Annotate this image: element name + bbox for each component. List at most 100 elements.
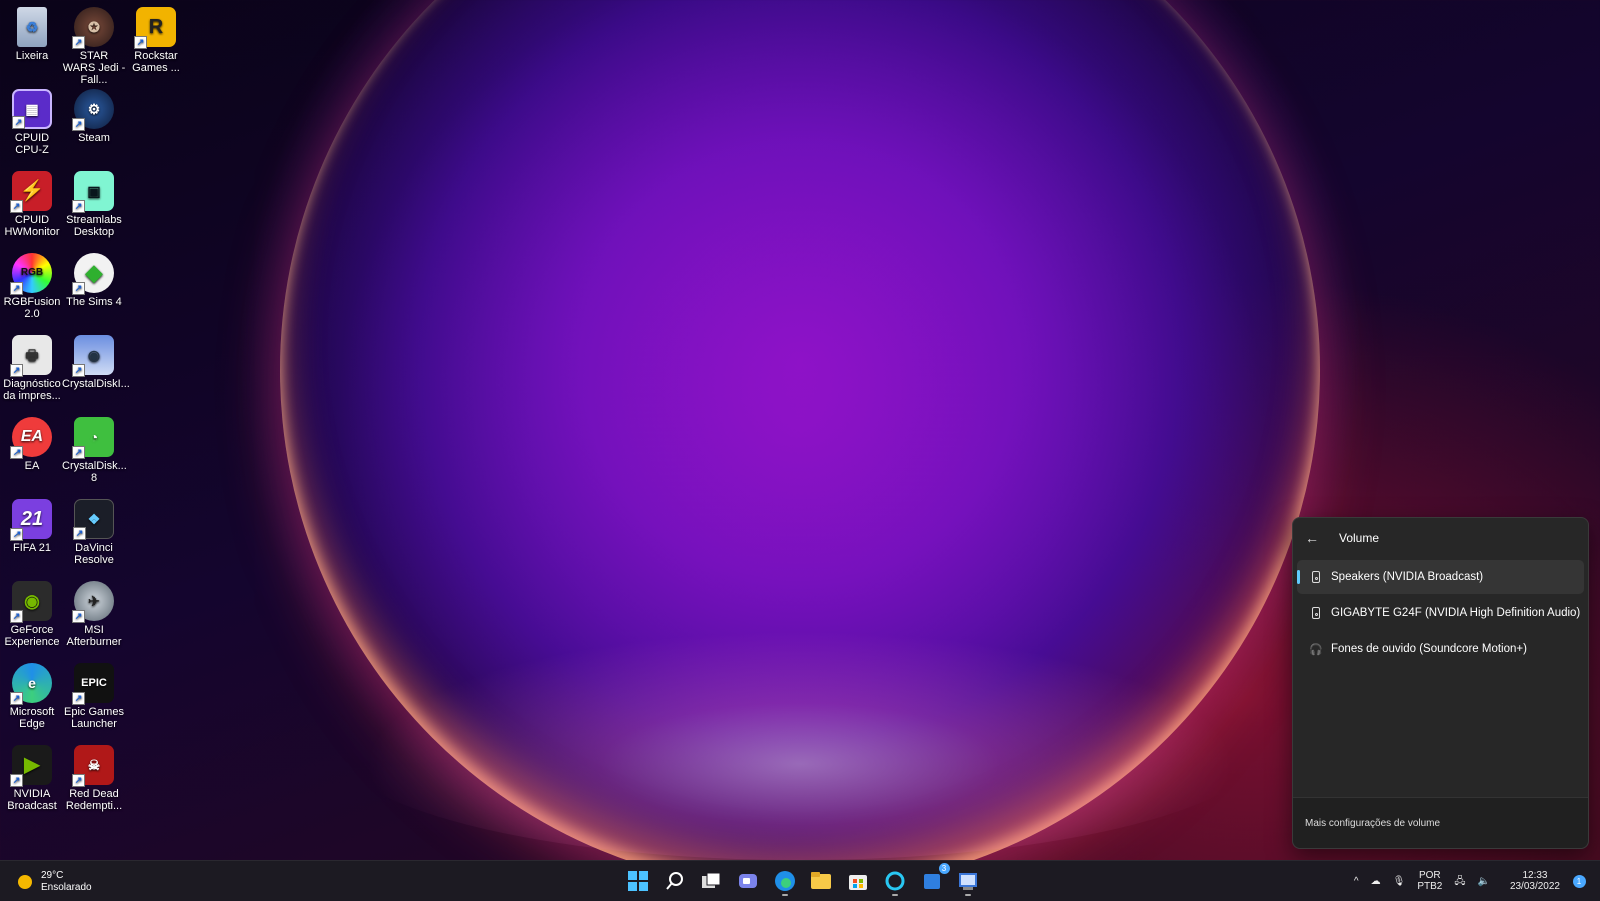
back-arrow-icon[interactable]: ← xyxy=(1305,530,1325,546)
microphone-icon[interactable]: 🎙 xyxy=(1393,876,1406,887)
todo-icon xyxy=(923,874,940,889)
weather-condition: Ensolarado xyxy=(41,882,92,893)
recycle-bin-icon: ♻ xyxy=(17,7,47,47)
desktop-icon-label: Diagnóstico da impres... xyxy=(3,378,61,402)
desktop-icon-label: Rockstar Games ... xyxy=(132,50,180,74)
start-button[interactable] xyxy=(622,865,654,897)
edge-taskbar-button[interactable] xyxy=(769,865,801,897)
folder-icon xyxy=(811,872,832,889)
desktop-icon-hwmonitor[interactable]: ⚡ ↗ CPUID HWMonitor xyxy=(0,167,64,238)
taskbar-apps: 3 xyxy=(622,863,989,897)
rgbfusion-icon: RGB ↗ xyxy=(10,253,52,295)
desktop-icon-label: CPUID HWMonitor xyxy=(4,214,60,238)
clock-date: 23/03/2022 xyxy=(1509,881,1560,892)
todo-button[interactable]: 3 xyxy=(916,863,950,897)
audio-device-gigabyte[interactable]: GIGABYTE G24F (NVIDIA High Definition Au… xyxy=(1297,596,1584,630)
onedrive-cloud-icon[interactable]: ☁ xyxy=(1371,876,1381,887)
desktop-icon-label: CrystalDisk... 8 xyxy=(62,460,127,484)
edge-icon xyxy=(774,871,795,891)
desktop-icon-label: Microsoft Edge xyxy=(9,706,55,730)
wallpaper-ring xyxy=(280,0,1320,890)
sims-icon: ◆ ↗ xyxy=(72,253,114,295)
desktop-icon-label: MSI Afterburner xyxy=(66,624,122,648)
desktop-icon-label: RGBFusion 2.0 xyxy=(3,296,61,320)
volume-flyout-footer: Mais configurações de volume xyxy=(1293,797,1588,848)
desktop-icon-epic[interactable]: EPIC ↗ Epic Games Launcher xyxy=(62,659,126,730)
desktop-icon-print-diagnostic[interactable]: 🖶 ↗ Diagnóstico da impres... xyxy=(0,331,64,402)
ea-icon: EA ↗ xyxy=(10,417,52,459)
store-icon xyxy=(849,875,868,890)
teams-chat-button[interactable] xyxy=(732,865,764,897)
audio-device-speakers-nvidia-broadcast[interactable]: Speakers (NVIDIA Broadcast) xyxy=(1297,560,1584,594)
volume-icon[interactable]: 🔈 xyxy=(1477,876,1489,887)
volume-flyout-title: Volume xyxy=(1339,531,1380,545)
task-view-button[interactable] xyxy=(695,865,727,897)
search-button[interactable] xyxy=(659,865,691,897)
desktop-icon-crystaldiskmark[interactable]: ◔ ↗ CrystalDisk... 8 xyxy=(62,413,127,484)
chevron-up-icon[interactable]: ^ xyxy=(1354,876,1359,887)
davinci-icon: ❖ ↗ xyxy=(73,499,114,540)
desktop-icon-red-dead[interactable]: ☠ ↗ Red Dead Redempti... xyxy=(62,741,126,812)
running-indicator xyxy=(965,894,972,896)
weather-temp: 29°C xyxy=(41,870,64,881)
desktop-icon-star-wars[interactable]: ✪ ↗ STAR WARS Jedi - Fall... xyxy=(62,3,126,86)
system-tray: ^ ☁ 🎙 POR PTB2 🖧 🔈 12:33 23/03/2022 1 xyxy=(1348,861,1600,901)
task-view-icon xyxy=(702,872,721,888)
edge-icon: e ↗ xyxy=(10,663,52,705)
weather-widget[interactable]: 29°C Ensolarado xyxy=(18,870,92,894)
desktop-icon-afterburner[interactable]: ✈ ↗ MSI Afterburner xyxy=(62,577,126,648)
desktop-icon-crystaldiskinfo[interactable]: ◉ ↗ CrystalDiskI... xyxy=(62,331,130,390)
cpu-z-icon: ▦ ↗ xyxy=(12,89,52,129)
speaker-icon xyxy=(1309,606,1323,620)
desktop-icon-steam[interactable]: ⚙ ↗ Steam xyxy=(62,85,126,144)
desktop-icon-fifa[interactable]: 21 ↗ FIFA 21 xyxy=(0,495,64,554)
volume-flyout: ← Volume Speakers (NVIDIA Broadcast) GIG… xyxy=(1292,517,1589,849)
desktop-icon-label: DaVinci Resolve xyxy=(74,542,114,566)
crystaldiskmark-icon: ◔ ↗ xyxy=(72,417,114,459)
audio-device-label: GIGABYTE G24F (NVIDIA High Definition Au… xyxy=(1331,607,1581,619)
taskbar: 29°C Ensolarado 3 ^ ☁ 🎙 POR PTB2 🖧 🔈 12:… xyxy=(0,860,1600,901)
desktop-icon-ea[interactable]: EA ↗ EA xyxy=(0,413,64,472)
desktop-icon-lixeira[interactable]: ♻ Lixeira xyxy=(0,3,64,62)
red-dead-icon: ☠ ↗ xyxy=(72,745,114,787)
wallpaper-glow xyxy=(330,620,1270,860)
streamlabs-icon: ▣ ↗ xyxy=(72,171,114,213)
windows-logo-icon xyxy=(628,871,648,891)
desktop-icon-label: The Sims 4 xyxy=(66,296,122,308)
extra-app-button[interactable] xyxy=(952,865,984,897)
language-indicator[interactable]: POR PTB2 xyxy=(1417,870,1442,892)
audio-device-headphones[interactable]: 🎧 Fones de ouvido (Soundcore Motion+) xyxy=(1297,632,1584,666)
store-button[interactable] xyxy=(842,865,874,897)
desktop-icon-label: Streamlabs Desktop xyxy=(66,214,122,238)
notification-badge: 1 xyxy=(1572,874,1586,888)
desktop-icon-label: FIFA 21 xyxy=(13,542,51,554)
audio-device-label: Fones de ouvido (Soundcore Motion+) xyxy=(1331,643,1527,655)
geforce-icon: ◉ ↗ xyxy=(10,581,52,623)
desktop-icon-edge[interactable]: e ↗ Microsoft Edge xyxy=(0,659,64,730)
file-explorer-button[interactable] xyxy=(805,865,837,897)
clock[interactable]: 12:33 23/03/2022 xyxy=(1510,870,1560,892)
notification-center-button[interactable]: 1 xyxy=(1572,874,1586,888)
running-indicator xyxy=(781,894,788,896)
desktop-icon-rgbfusion[interactable]: RGB ↗ RGBFusion 2.0 xyxy=(0,249,64,320)
fifa-icon: 21 ↗ xyxy=(10,499,52,541)
desktop-icon-sims[interactable]: ◆ ↗ The Sims 4 xyxy=(62,249,126,308)
desktop-icon-davinci[interactable]: ❖ ↗ DaVinci Resolve xyxy=(62,495,126,566)
cortana-button[interactable] xyxy=(879,865,911,897)
hwmonitor-icon: ⚡ ↗ xyxy=(10,171,52,213)
desktop-icon-label: CrystalDiskI... xyxy=(62,378,130,390)
more-volume-settings-link[interactable]: Mais configurações de volume xyxy=(1305,818,1440,829)
volume-flyout-header: ← Volume xyxy=(1293,518,1588,558)
desktop-icon-label: NVIDIA Broadcast xyxy=(7,788,57,812)
network-icon[interactable]: 🖧 xyxy=(1454,876,1465,887)
desktop-icon-streamlabs[interactable]: ▣ ↗ Streamlabs Desktop xyxy=(62,167,126,238)
rockstar-icon: R ↗ xyxy=(134,7,176,49)
desktop-icon-nvidia-broadcast[interactable]: ▶ ↗ NVIDIA Broadcast xyxy=(0,741,64,812)
desktop-icon-cpu-z[interactable]: ▦ ↗ CPUID CPU-Z xyxy=(0,85,64,156)
desktop-icon-label: STAR WARS Jedi - Fall... xyxy=(62,50,126,86)
desktop-icon-rockstar[interactable]: R ↗ Rockstar Games ... xyxy=(124,3,188,74)
desktop-icon-geforce[interactable]: ◉ ↗ GeForce Experience xyxy=(0,577,64,648)
app-window-icon xyxy=(959,873,978,890)
keyboard-layout: PTB2 xyxy=(1417,881,1443,892)
todo-badge: 3 xyxy=(938,863,950,874)
